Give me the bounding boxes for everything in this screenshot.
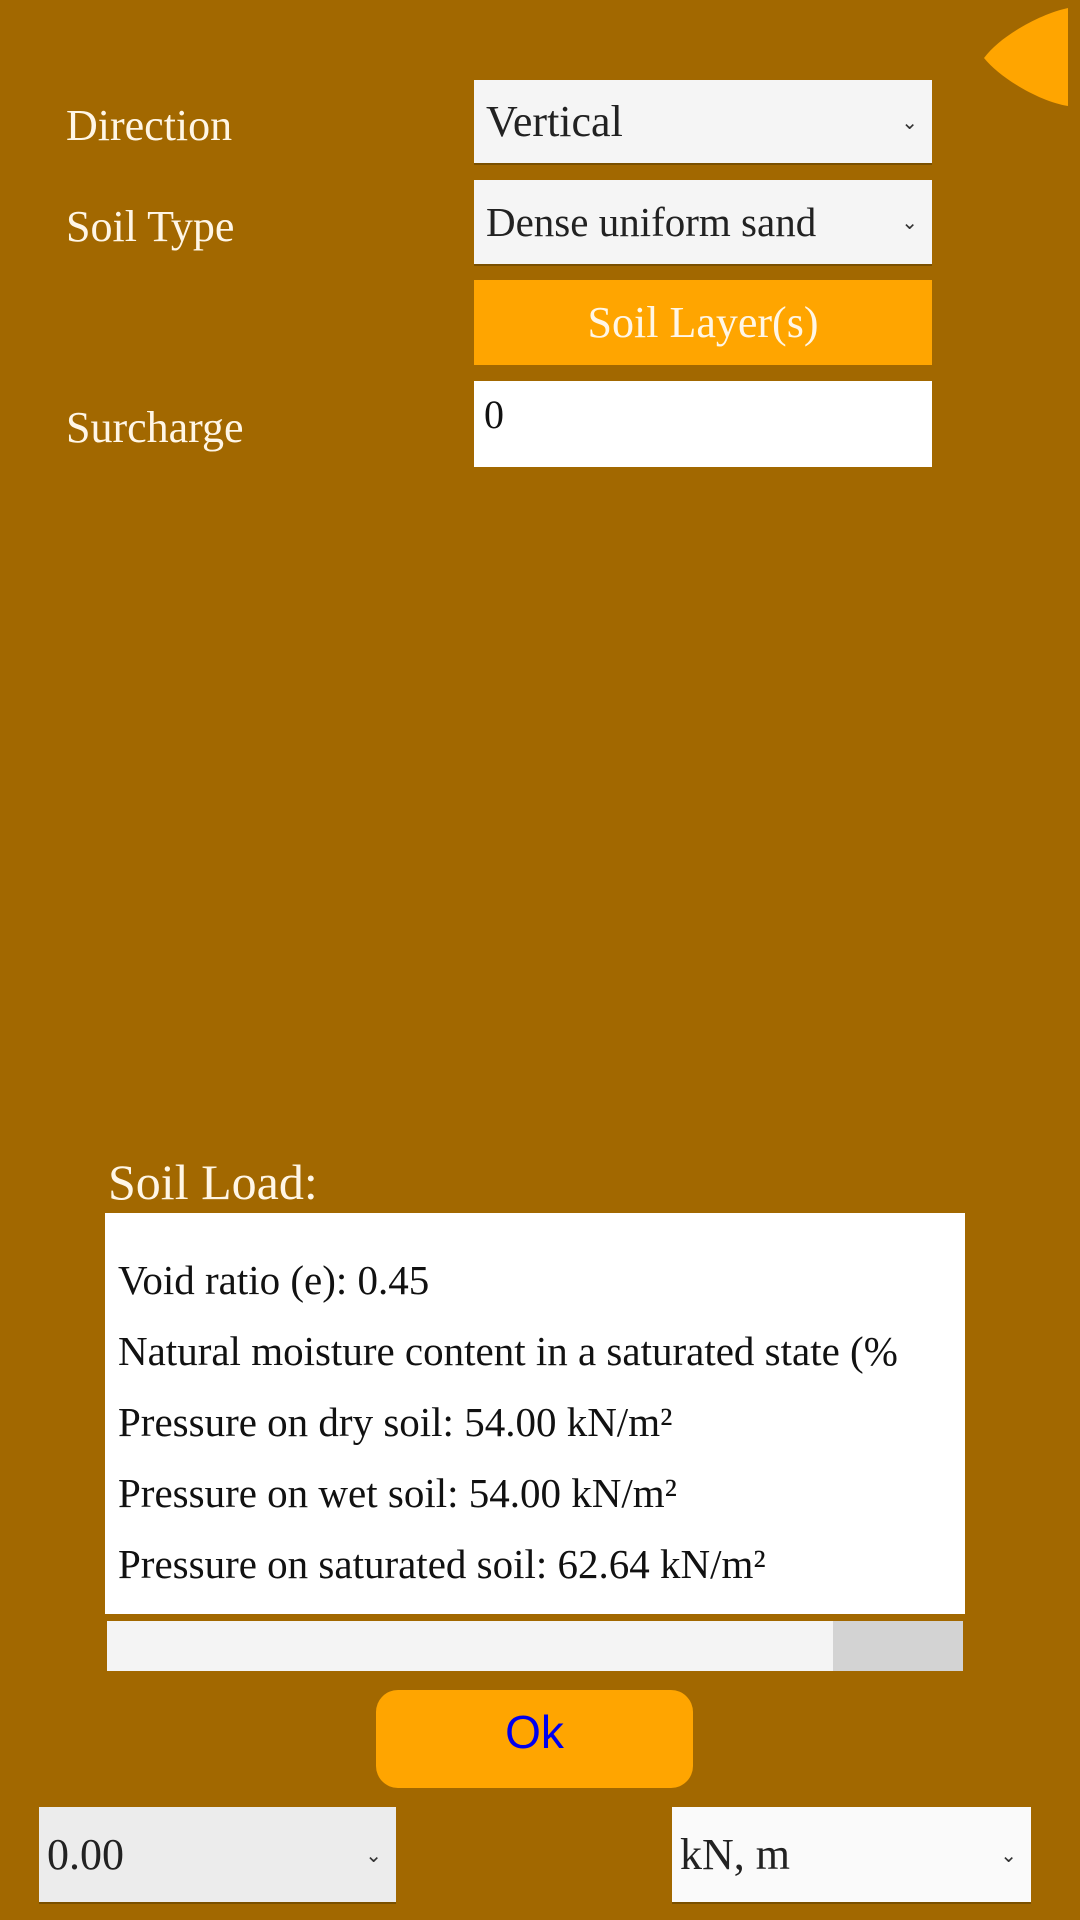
ok-button[interactable]: Ok bbox=[376, 1690, 693, 1788]
chevron-down-icon: ⌄ bbox=[901, 210, 918, 234]
soil-type-value: Dense uniform sand bbox=[486, 199, 817, 245]
precision-select[interactable]: 0.00 ⌄ bbox=[39, 1807, 396, 1904]
horizontal-scrollbar[interactable] bbox=[107, 1621, 963, 1671]
soil-type-select[interactable]: Dense uniform sand ⌄ bbox=[474, 180, 932, 266]
units-value: kN, m bbox=[680, 1830, 790, 1879]
back-button[interactable] bbox=[980, 6, 1070, 106]
units-select[interactable]: kN, m ⌄ bbox=[672, 1807, 1031, 1904]
soil-type-label: Soil Type bbox=[66, 202, 235, 251]
chevron-down-icon: ⌄ bbox=[901, 109, 918, 134]
back-triangle-icon bbox=[984, 8, 1068, 106]
soil-layers-button[interactable]: Soil Layer(s) bbox=[474, 280, 932, 365]
result-line-moisture: Natural moisture content in a saturated … bbox=[118, 1328, 898, 1374]
chevron-down-icon: ⌄ bbox=[1000, 1842, 1017, 1867]
result-line-saturated-pressure: Pressure on saturated soil: 62.64 kN/m² bbox=[118, 1541, 766, 1587]
direction-value: Vertical bbox=[486, 97, 623, 146]
result-box: Void ratio (e): 0.45 Natural moisture co… bbox=[105, 1213, 965, 1614]
surcharge-input[interactable]: 0 bbox=[474, 381, 932, 467]
direction-select[interactable]: Vertical ⌄ bbox=[474, 80, 932, 165]
scrollbar-thumb[interactable] bbox=[833, 1621, 963, 1671]
precision-value: 0.00 bbox=[47, 1830, 124, 1879]
result-line-dry-pressure: Pressure on dry soil: 54.00 kN/m² bbox=[118, 1399, 673, 1445]
result-line-wet-pressure: Pressure on wet soil: 54.00 kN/m² bbox=[118, 1470, 677, 1516]
surcharge-label: Surcharge bbox=[66, 403, 244, 452]
chevron-down-icon: ⌄ bbox=[365, 1842, 382, 1867]
ok-label: Ok bbox=[505, 1706, 564, 1758]
result-line-void-ratio: Void ratio (e): 0.45 bbox=[118, 1257, 430, 1303]
soil-load-title: Soil Load: bbox=[108, 1154, 318, 1210]
direction-label: Direction bbox=[66, 101, 233, 150]
